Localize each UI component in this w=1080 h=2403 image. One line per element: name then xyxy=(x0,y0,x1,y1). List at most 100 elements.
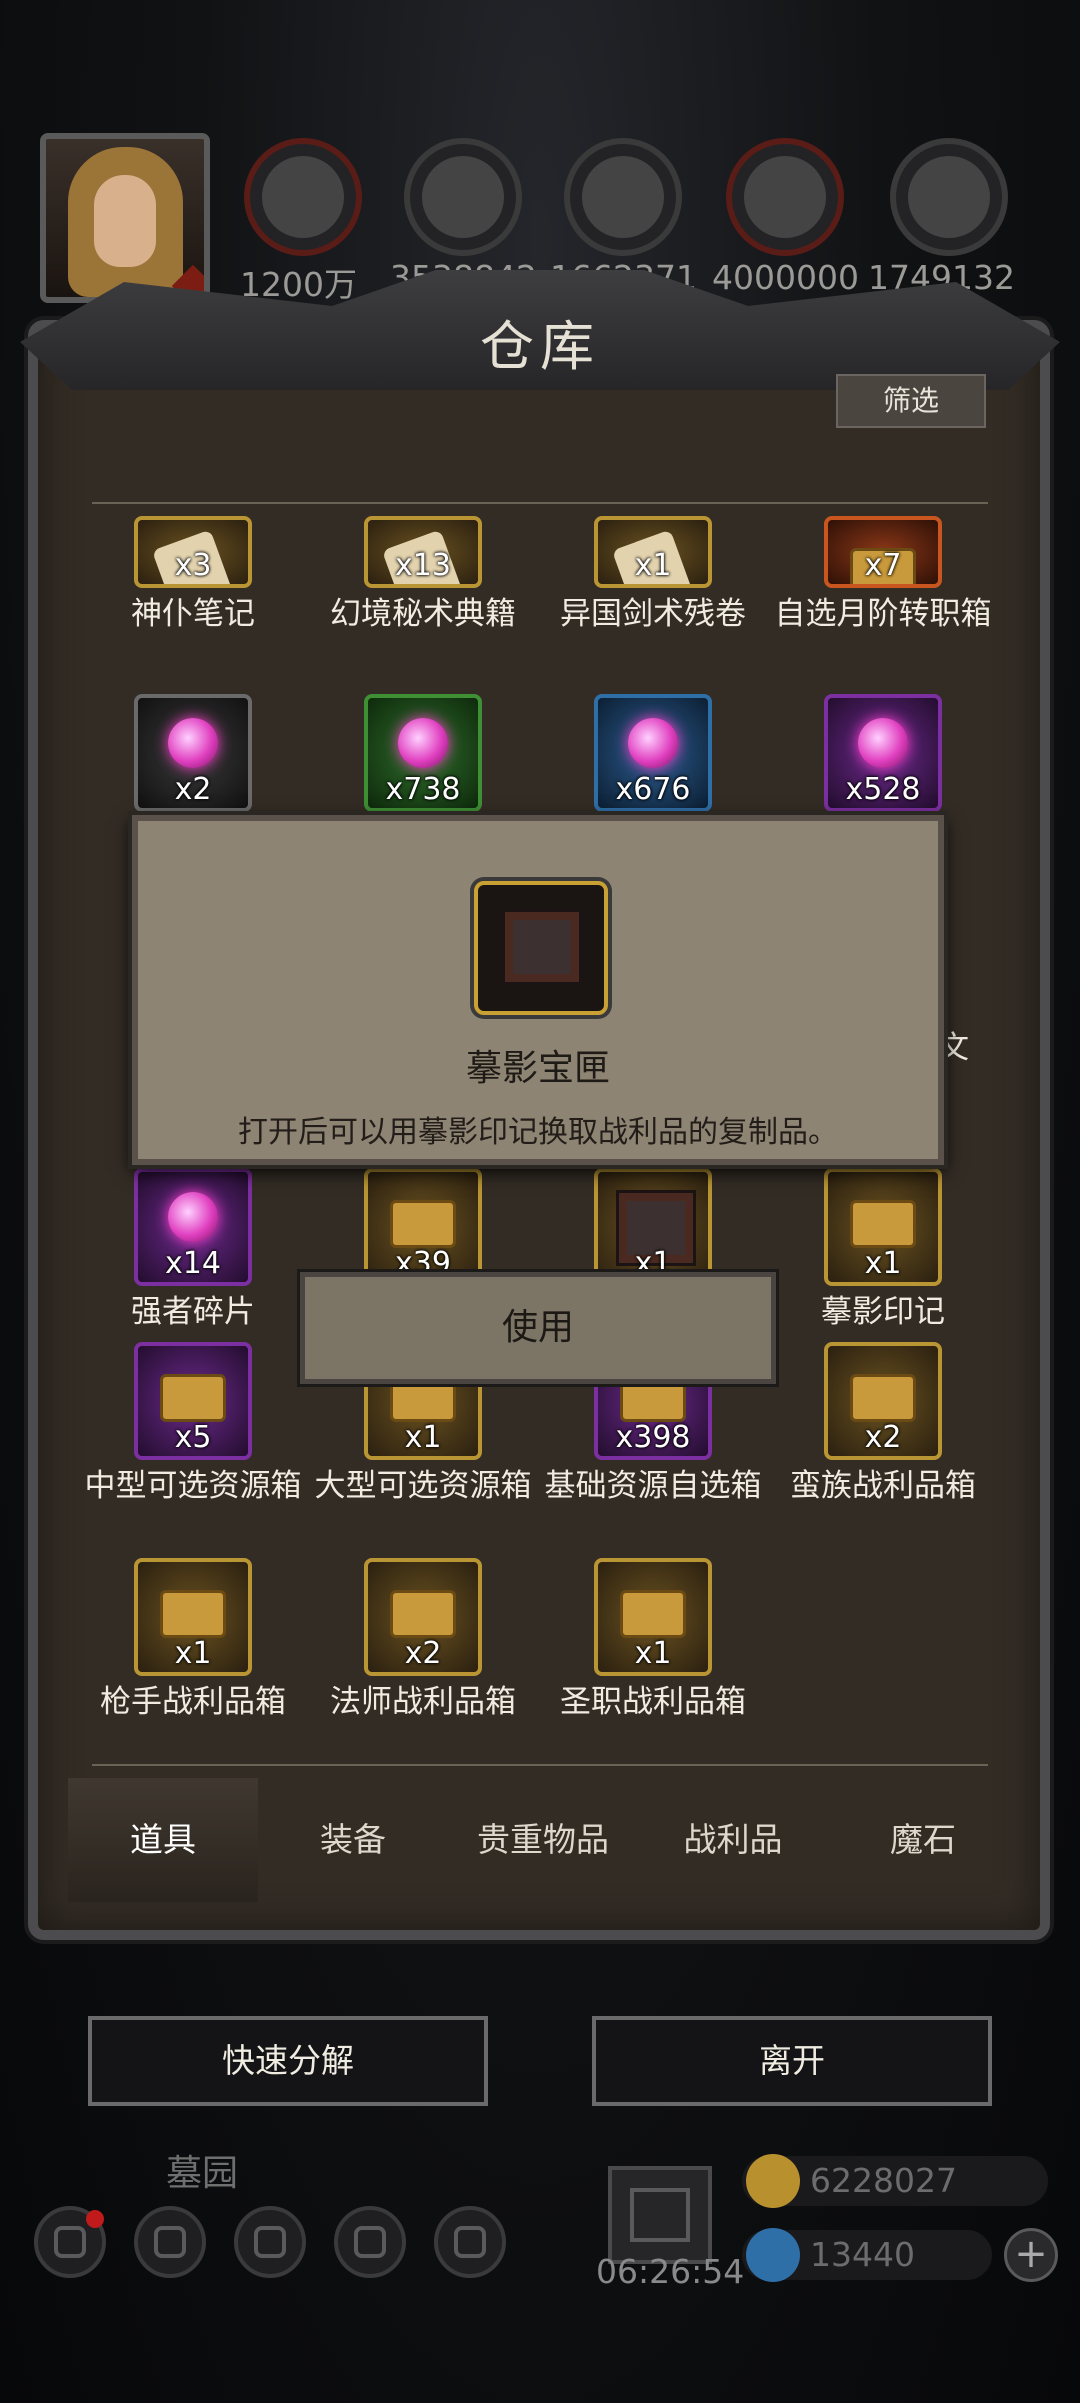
item-count: x7 xyxy=(864,548,902,583)
item-count: x1 xyxy=(634,1636,672,1671)
item-slot: x1 xyxy=(134,1558,252,1676)
gold-value: 6228027 xyxy=(810,2161,957,2200)
category-tabs: 道具 装备 贵重物品 战利品 魔石 xyxy=(68,1778,1018,1902)
item-slot: x738 xyxy=(364,694,482,812)
meat-icon[interactable] xyxy=(244,138,362,256)
guild-icon[interactable] xyxy=(134,2206,206,2278)
inventory-item[interactable]: x1 摹影印记 xyxy=(768,1168,998,1334)
mail-icon[interactable] xyxy=(334,2206,406,2278)
shard-icon xyxy=(168,1192,218,1242)
item-slot: x5 xyxy=(134,1342,252,1460)
item-name: 幻境秘术典籍 xyxy=(330,596,516,632)
item-slot: x3 xyxy=(134,516,252,588)
chest-icon xyxy=(850,1374,916,1422)
cube-icon xyxy=(502,909,582,985)
inventory-item[interactable]: x676 xyxy=(538,694,768,816)
item-name: 蛮族战利品箱 xyxy=(790,1468,976,1504)
bag-icon[interactable] xyxy=(434,2206,506,2278)
item-slot: x676 xyxy=(594,694,712,812)
item-count: x14 xyxy=(165,1246,221,1281)
tab-loot[interactable]: 战利品 xyxy=(638,1778,828,1902)
item-name: 基础资源自选箱 xyxy=(544,1468,762,1504)
item-name: 圣职战利品箱 xyxy=(560,1684,746,1720)
orb-icon xyxy=(858,718,908,768)
item-slot: x14 xyxy=(134,1168,252,1286)
inventory-item[interactable]: x2 法师战利品箱 xyxy=(308,1558,538,1724)
item-count: x738 xyxy=(385,772,461,807)
tab-equipment[interactable]: 装备 xyxy=(258,1778,448,1902)
item-name: 强者碎片 xyxy=(131,1294,255,1330)
item-count: x1 xyxy=(404,1420,442,1455)
item-slot: x1 xyxy=(594,1558,712,1676)
add-currency-button[interactable]: + xyxy=(1004,2228,1058,2282)
quick-decompose-button[interactable]: 快速分解 xyxy=(88,2016,488,2106)
item-slot: x2 xyxy=(824,1342,942,1460)
iron-icon[interactable] xyxy=(890,138,1008,256)
item-count: x1 xyxy=(864,1246,902,1281)
inventory-item[interactable]: x13 幻境秘术典籍 xyxy=(308,516,538,636)
item-name: 自选月阶转职箱 xyxy=(774,596,992,632)
item-count: x13 xyxy=(395,548,451,583)
item-name: 神仆笔记 xyxy=(131,596,255,632)
player-avatar[interactable] xyxy=(40,133,210,303)
item-count: x2 xyxy=(864,1420,902,1455)
item-slot: x7 xyxy=(824,516,942,588)
item-slot: x13 xyxy=(364,516,482,588)
orb-icon xyxy=(628,718,678,768)
orb-icon xyxy=(398,718,448,768)
item-count: x2 xyxy=(174,772,212,807)
location-label: 墓园 xyxy=(166,2153,239,2194)
item-count: x1 xyxy=(634,548,672,583)
gem-currency: 13440 xyxy=(742,2228,992,2282)
item-count: x1 xyxy=(174,1636,212,1671)
item-count: x676 xyxy=(615,772,691,807)
stone-icon[interactable] xyxy=(564,138,682,256)
tab-magic-stones[interactable]: 魔石 xyxy=(828,1778,1018,1902)
inventory-item[interactable]: x3 神仆笔记 xyxy=(78,516,308,636)
item-slot: x528 xyxy=(824,694,942,812)
inventory-item[interactable]: x2 蛮族战利品箱 xyxy=(768,1342,998,1508)
chest-icon xyxy=(390,1590,456,1638)
popup-item-name: 摹影宝匣 xyxy=(465,1048,610,1089)
tab-items[interactable]: 道具 xyxy=(68,1778,258,1902)
item-count: x398 xyxy=(615,1420,691,1455)
item-count: x2 xyxy=(404,1636,442,1671)
gem-icon xyxy=(746,2228,800,2282)
filter-button[interactable]: 筛选 xyxy=(836,374,986,428)
inventory-item[interactable]: x2 xyxy=(78,694,308,816)
inventory-item[interactable]: x738 xyxy=(308,694,538,816)
gem-value: 13440 xyxy=(810,2235,915,2274)
use-button[interactable]: 使用 xyxy=(300,1272,776,1384)
item-slot: x2 xyxy=(134,694,252,812)
gold-currency: 6228027 xyxy=(742,2154,1048,2208)
inventory-item[interactable]: x7 自选月阶转职箱 xyxy=(768,516,998,636)
inventory-item[interactable]: x1 圣职战利品箱 xyxy=(538,1558,768,1724)
item-slot: x39 xyxy=(364,1168,482,1286)
item-name: 枪手战利品箱 xyxy=(100,1684,286,1720)
inventory-item[interactable]: x528 xyxy=(768,694,998,816)
crystal-icon[interactable] xyxy=(726,138,844,256)
character-icon[interactable] xyxy=(234,2206,306,2278)
item-slot: x1 xyxy=(594,1168,712,1286)
event-timer: 06:26:54 xyxy=(596,2252,745,2291)
leave-button[interactable]: 离开 xyxy=(592,2016,992,2106)
tab-valuables[interactable]: 贵重物品 xyxy=(448,1778,638,1902)
inventory-item[interactable]: x1 枪手战利品箱 xyxy=(78,1558,308,1724)
chest-icon xyxy=(620,1590,686,1638)
seal-icon xyxy=(850,1200,916,1248)
inventory-item[interactable]: x1 异国剑术残卷 xyxy=(538,516,768,636)
divider-bottom xyxy=(92,1764,988,1766)
inventory-item[interactable]: x14 强者碎片 xyxy=(78,1168,308,1334)
item-name: 大型可选资源箱 xyxy=(314,1468,532,1504)
popup-item-description: 打开后可以用摹影印记换取战利品的复制品。 xyxy=(238,1115,838,1150)
item-count: x3 xyxy=(174,548,212,583)
wood-icon[interactable] xyxy=(404,138,522,256)
item-slot: x2 xyxy=(364,1558,482,1676)
gold-coin-icon xyxy=(746,2154,800,2208)
resource-value: 4000000 xyxy=(712,258,859,297)
inventory-item[interactable]: x5 中型可选资源箱 xyxy=(78,1342,308,1508)
item-count: x5 xyxy=(174,1420,212,1455)
divider-top xyxy=(92,502,988,504)
notification-dot xyxy=(86,2210,104,2228)
gift-icon[interactable] xyxy=(608,2166,712,2264)
